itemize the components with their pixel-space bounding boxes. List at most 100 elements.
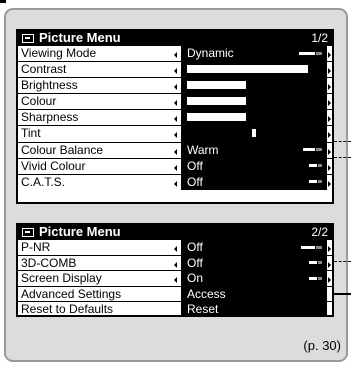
- arrow-right-icon: [328, 277, 331, 284]
- menu-row-colour[interactable]: Colour: [18, 93, 332, 110]
- row-value[interactable]: Off: [174, 158, 331, 174]
- arrow-left-icon: [174, 68, 177, 75]
- meter-segment: [316, 148, 322, 152]
- menu-row-tint[interactable]: Tint: [18, 125, 332, 142]
- arrow-right-icon: [328, 148, 331, 155]
- tint-marker: [252, 129, 256, 138]
- row-value[interactable]: Dynamic: [174, 46, 331, 62]
- row-value[interactable]: Warm: [174, 142, 331, 158]
- arrow-left-icon: [174, 180, 177, 187]
- menu-row-colour-balance[interactable]: Colour Balance Warm: [18, 141, 332, 158]
- row-label: Sharpness: [21, 110, 79, 125]
- row-value[interactable]: Off: [174, 240, 331, 255]
- leader-line: [334, 157, 351, 158]
- leader-line: [334, 293, 351, 295]
- page-reference: (p. 30): [303, 338, 341, 353]
- menu-row-vivid-colour[interactable]: Vivid Colour Off: [18, 157, 332, 174]
- row-value[interactable]: [174, 94, 331, 110]
- meter-segment: [318, 276, 322, 280]
- meter-segment: [316, 245, 322, 249]
- meter-segment: [316, 51, 322, 55]
- value-text: Off: [187, 174, 203, 189]
- menu-row-contrast[interactable]: Contrast: [18, 61, 332, 78]
- arrow-right-icon: [328, 164, 331, 171]
- row-label: Colour Balance: [21, 142, 104, 157]
- row-value[interactable]: [174, 110, 331, 126]
- arrow-left-icon: [174, 116, 177, 123]
- row-value[interactable]: Off: [174, 174, 331, 190]
- menu-row-advanced-settings[interactable]: Advanced Settings Access: [18, 285, 332, 302]
- row-label: C.A.T.S.: [21, 174, 66, 189]
- option-meter: [308, 164, 322, 168]
- arrow-left-icon: [174, 246, 177, 252]
- menu-header: Picture Menu 2/2: [18, 225, 332, 239]
- menu-row-cats[interactable]: C.A.T.S. Off: [18, 173, 332, 190]
- leader-line: [334, 141, 351, 142]
- row-label: Colour: [21, 94, 57, 109]
- row-value[interactable]: [174, 78, 331, 94]
- menu-row-3d-comb[interactable]: 3D-COMB Off: [18, 254, 332, 271]
- meter-segment: [299, 51, 315, 55]
- arrow-left-icon: [174, 277, 177, 284]
- row-value[interactable]: Off: [174, 255, 331, 271]
- row-label: Screen Display: [21, 271, 102, 286]
- level-bar: [187, 81, 246, 90]
- row-label: Tint: [21, 126, 41, 141]
- value-text: Off: [187, 240, 203, 254]
- row-label: Brightness: [21, 78, 78, 93]
- level-bar: [187, 97, 246, 106]
- value-text: Access: [187, 286, 226, 301]
- arrow-left-icon: [174, 52, 177, 58]
- meter-segment: [309, 276, 317, 280]
- row-value[interactable]: [174, 62, 331, 78]
- arrow-right-icon: [328, 132, 331, 139]
- arrow-left-icon: [174, 100, 177, 107]
- row-label: Contrast: [21, 62, 67, 77]
- value-text: Off: [187, 255, 203, 270]
- arrow-right-icon: [328, 84, 331, 91]
- picture-menu-panel-1: Picture Menu 1/2 Viewing Mode Dynamic Co…: [16, 29, 334, 204]
- value-text: Dynamic: [187, 46, 234, 60]
- meter-segment: [303, 148, 315, 152]
- arrow-right-icon: [328, 68, 331, 75]
- arrow-left-icon: [174, 148, 177, 155]
- row-label: Vivid Colour: [21, 158, 86, 173]
- arrow-left-icon: [174, 261, 177, 268]
- arrow-right-icon: [328, 100, 331, 107]
- arrow-left-icon: [174, 84, 177, 91]
- value-text: Warm: [187, 142, 219, 157]
- menu-header: Picture Menu 1/2: [18, 31, 332, 45]
- row-value[interactable]: Reset: [181, 302, 327, 317]
- arrow-left-icon: [174, 132, 177, 139]
- menu-row-sharpness[interactable]: Sharpness: [18, 109, 332, 126]
- leader-line: [334, 261, 351, 262]
- row-value[interactable]: [174, 126, 331, 142]
- mode-meter: [298, 51, 322, 55]
- meter-segment: [309, 261, 317, 265]
- meter-segment: [309, 164, 317, 168]
- arrow-right-icon: [328, 180, 331, 187]
- row-value[interactable]: On: [174, 271, 331, 286]
- menu-title: Picture Menu: [39, 224, 121, 239]
- row-label: P-NR: [21, 240, 51, 254]
- option-meter: [300, 245, 322, 249]
- menu-row-viewing-mode[interactable]: Viewing Mode Dynamic: [18, 45, 332, 62]
- option-meter: [302, 148, 322, 152]
- option-meter: [308, 276, 322, 280]
- menu-row-p-nr[interactable]: P-NR Off: [18, 239, 332, 255]
- menu-icon: [22, 227, 34, 237]
- level-bar: [187, 65, 308, 74]
- arrow-left-icon: [174, 164, 177, 171]
- meter-segment: [301, 245, 315, 249]
- meter-segment: [318, 261, 322, 265]
- row-value[interactable]: Access: [181, 286, 327, 302]
- menu-row-brightness[interactable]: Brightness: [18, 77, 332, 94]
- arrow-right-icon: [328, 52, 331, 58]
- menu-row-reset-to-defaults[interactable]: Reset to Defaults Reset: [18, 301, 332, 317]
- level-bar: [187, 113, 246, 122]
- arrow-right-icon: [328, 261, 331, 268]
- corner-mark: [0, 0, 6, 3]
- meter-segment: [318, 164, 322, 168]
- menu-row-screen-display[interactable]: Screen Display On: [18, 270, 332, 286]
- page-number: 1/2: [311, 31, 328, 45]
